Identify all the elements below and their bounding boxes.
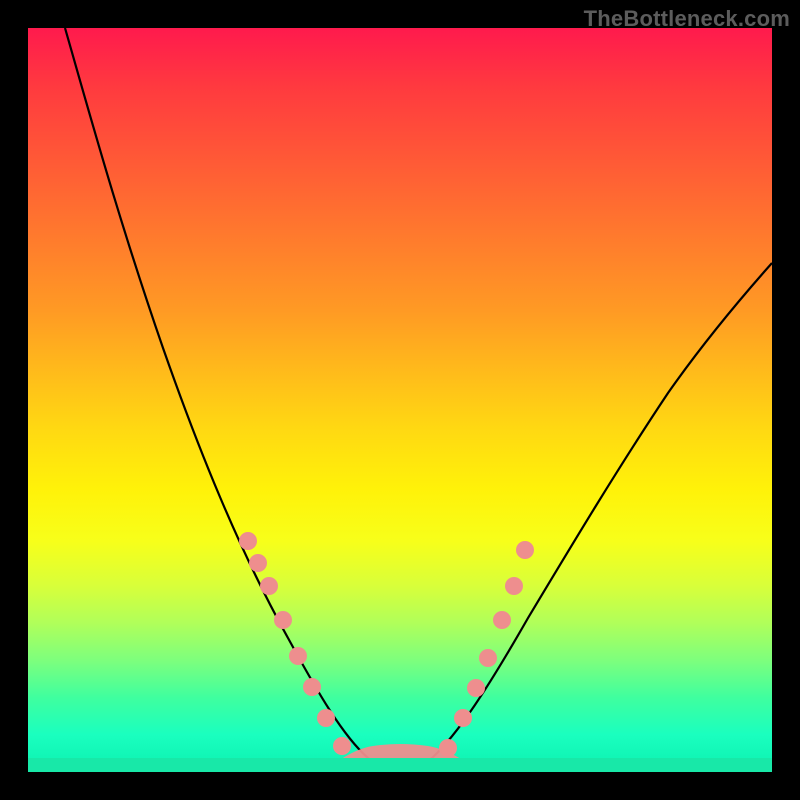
bottom-green-strip [28, 758, 772, 772]
left-dots [239, 532, 351, 755]
plot-area [28, 28, 772, 772]
curve-layer [28, 28, 772, 772]
bottleneck-curve [65, 28, 772, 770]
watermark-text: TheBottleneck.com [584, 6, 790, 32]
chart-frame: TheBottleneck.com [0, 0, 800, 800]
right-dots [439, 541, 534, 757]
